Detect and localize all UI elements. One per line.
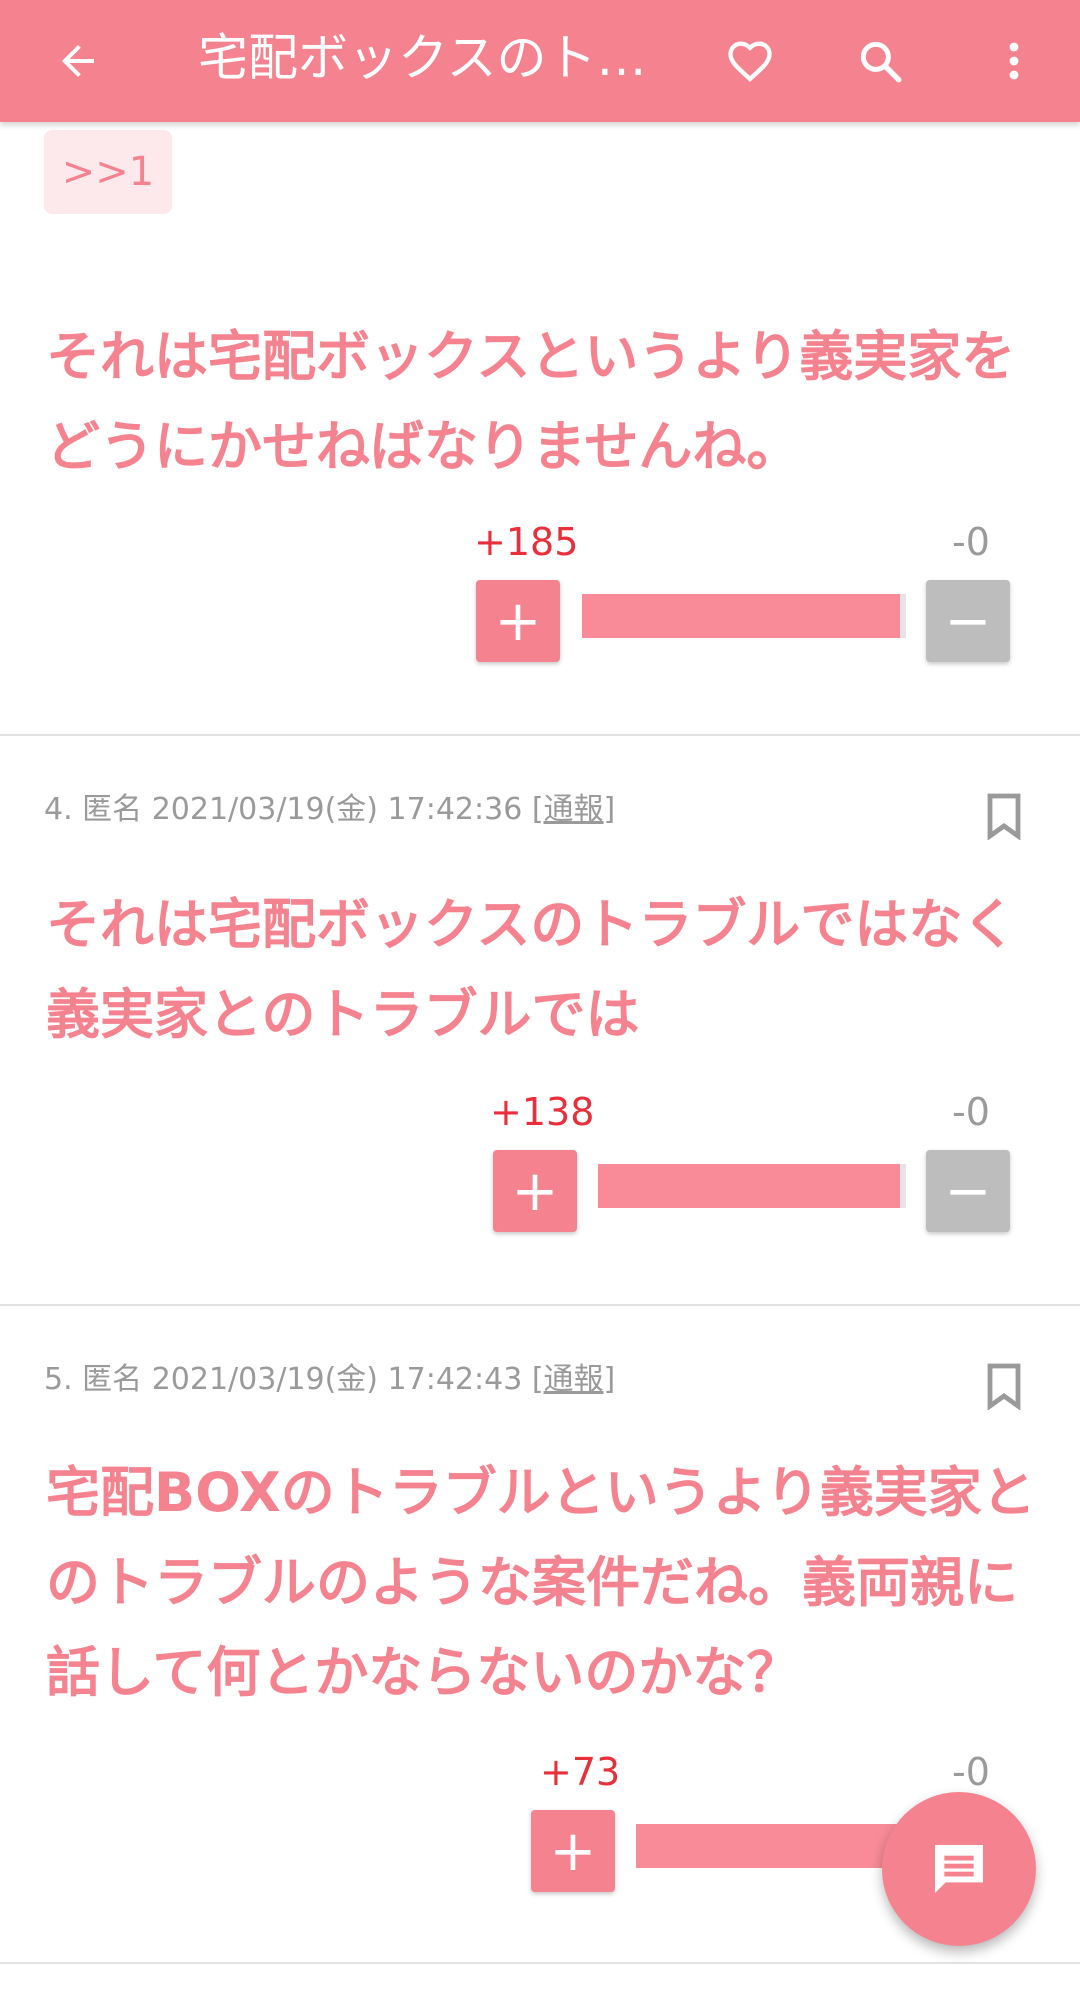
comment-meta: 4. 匿名 2021/03/19(金) 17:42:36 [通報] (44, 784, 615, 828)
back-button[interactable] (34, 17, 122, 105)
minus-vote-count: -0 (952, 520, 990, 564)
comment-meta: 5. 匿名 2021/03/19(金) 17:42:43 [通報] (44, 1354, 615, 1398)
comment-line: それは宅配ボックスのトラブルではなく (46, 893, 1017, 956)
post-comment-button[interactable] (882, 1792, 1036, 1946)
comment-body: それは宅配ボックスというより義実家を どうにかせねばなりませんね。 (46, 312, 1046, 492)
plus-vote-count: +73 (540, 1750, 621, 1794)
plus-vote-count: +138 (490, 1090, 595, 1134)
search-icon (860, 41, 902, 83)
comment-body: それは宅配ボックスのトラブルではなく 義実家とのトラブルでは (46, 880, 1046, 1060)
minus-vote-button[interactable]: − (926, 580, 1010, 662)
comment-line: どうにかせねばなりませんね。 (46, 415, 801, 478)
comment-meta-end: ] (603, 1362, 616, 1397)
minus-vote-count: -0 (952, 1750, 990, 1794)
page-title: 宅配ボックスのト… (198, 29, 647, 87)
plus-vote-button[interactable]: + (476, 580, 560, 662)
favorite-button[interactable] (706, 17, 794, 105)
comment-body: 宅配BOXのトラブルというより義実家と のトラブルのような案件だね。義両親に 話… (46, 1448, 1046, 1718)
vote-ratio-bar (582, 594, 906, 638)
divider (0, 734, 1080, 736)
report-link[interactable]: 通報 (544, 1362, 604, 1397)
more-options-button[interactable] (970, 17, 1058, 105)
comment-line: 話して何とかならないのかな？ (46, 1641, 801, 1704)
minus-vote-count: -0 (952, 1090, 990, 1134)
comment-meta-end: ] (603, 792, 616, 827)
comment-icon (935, 1845, 983, 1893)
report-link[interactable]: 通報 (544, 792, 604, 827)
minus-vote-button[interactable]: − (926, 1150, 1010, 1232)
divider (0, 1304, 1080, 1306)
bookmark-icon[interactable] (984, 792, 1024, 840)
app-bar: 宅配ボックスのト… (0, 0, 1080, 122)
reply-anchor-link[interactable]: >>1 (44, 130, 172, 214)
bookmark-icon[interactable] (984, 1362, 1024, 1410)
plus-vote-count: +185 (474, 520, 579, 564)
arrow-left-icon (62, 45, 94, 77)
plus-vote-button[interactable]: + (531, 1810, 615, 1892)
heart-icon (728, 41, 772, 82)
search-button[interactable] (836, 17, 924, 105)
more-vert-icon (1009, 42, 1019, 80)
comment-line: それは宅配ボックスというより義実家を (46, 325, 1016, 388)
comment-line: のトラブルのような案件だね。義両親に (46, 1551, 1018, 1614)
comment-line: 義実家とのトラブルでは (46, 983, 640, 1046)
vote-ratio-bar (598, 1164, 906, 1208)
comment-meta-text: 4. 匿名 2021/03/19(金) 17:42:36 [ (44, 792, 544, 827)
vote-ratio-bar (636, 1824, 906, 1868)
divider (0, 1962, 1080, 1964)
plus-vote-button[interactable]: + (493, 1150, 577, 1232)
comment-line: 宅配BOXのトラブルというより義実家と (46, 1461, 1036, 1524)
comment-meta-text: 5. 匿名 2021/03/19(金) 17:42:43 [ (44, 1362, 544, 1397)
